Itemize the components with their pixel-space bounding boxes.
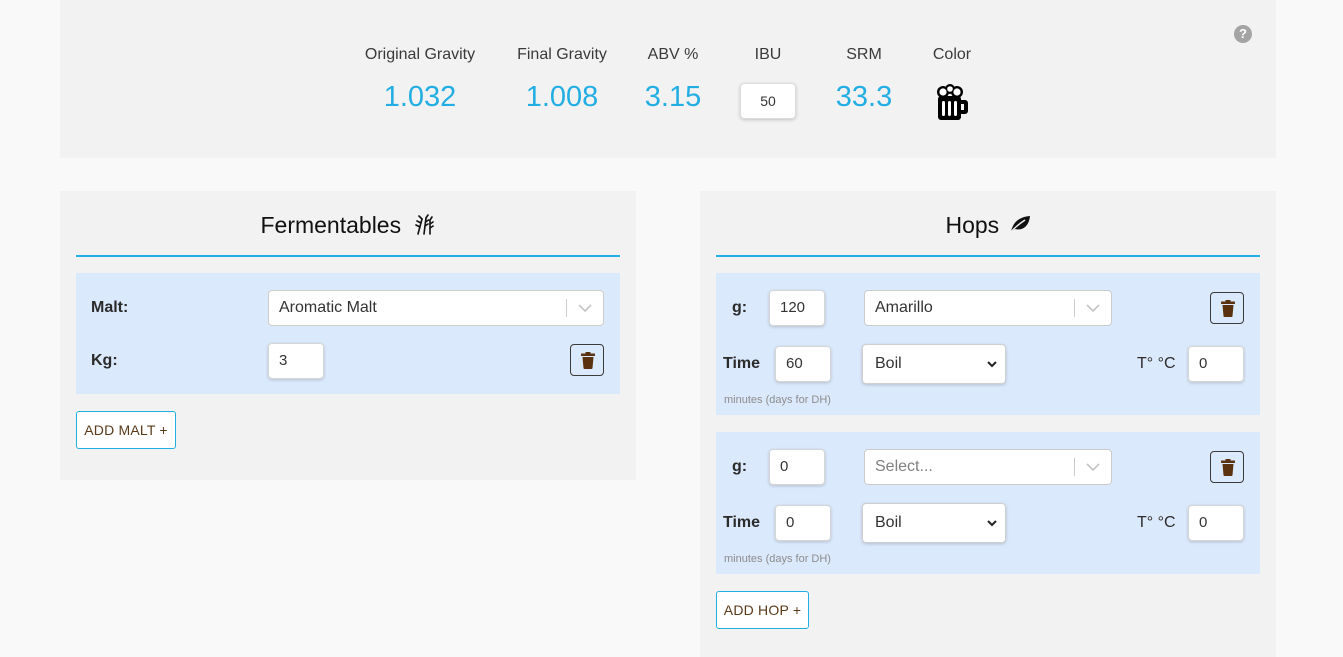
trash-icon [1221,459,1235,476]
malt-select-value: Aromatic Malt [279,299,377,316]
hop-time-hint: minutes (days for DH) [724,394,831,406]
chevron-down-icon [987,361,997,368]
ibu-input[interactable]: 50 [740,83,796,119]
hop-time-label: Time [723,514,761,531]
final-gravity-value: 1.008 [525,81,599,113]
hop-use-value: Boil [875,355,902,372]
abv-label: ABV % [647,46,699,63]
chevron-down-icon [578,304,592,313]
hop-g-input[interactable]: 120 [769,290,825,326]
hop-g-label: g: [732,458,748,475]
hop-g-label: g: [732,299,748,316]
hop-variety-separator [1074,299,1075,317]
hop-use-select[interactable]: Boil [862,344,1006,384]
fermentables-divider [76,255,620,257]
hops-panel [700,191,1276,657]
wheat-icon [414,214,434,235]
hop-temp-input[interactable]: 0 [1188,346,1244,382]
final-gravity-stat: Final Gravity 1.008 [505,44,619,114]
hop-variety-placeholder: Select... [875,458,933,475]
srm-label: SRM [846,46,882,63]
final-gravity-label: Final Gravity [517,46,607,63]
delete-malt-button[interactable] [570,344,604,376]
abv-stat: ABV % 3.15 [633,44,713,114]
delete-hop-button[interactable] [1210,451,1244,483]
hop-temp-label: T° °C [1137,514,1176,531]
hops-divider [716,255,1260,257]
original-gravity-label: Original Gravity [364,46,476,63]
hop-variety-select[interactable]: Amarillo [864,290,1112,326]
hop-time-hint: minutes (days for DH) [724,553,831,565]
kg-input[interactable]: 3 [268,343,324,379]
add-hop-button[interactable]: ADD HOP + [716,591,809,629]
hop-use-select[interactable]: Boil [862,503,1006,543]
hop-variety-separator [1074,458,1075,476]
malt-label: Malt: [91,299,129,316]
add-malt-button[interactable]: ADD MALT + [76,411,176,449]
hop-time-label: Time [723,355,761,372]
srm-stat: SRM 33.3 [824,44,904,114]
hop-g-input[interactable]: 0 [769,449,825,485]
question-circle-icon[interactable]: ? [1234,25,1252,43]
hop-use-value: Boil [875,514,902,531]
hop-time-input[interactable]: 0 [775,505,831,541]
ibu-stat: IBU [738,44,798,66]
trash-icon [1221,300,1235,317]
delete-hop-button[interactable] [1210,292,1244,324]
hop-temp-input[interactable]: 0 [1188,505,1244,541]
hop-variety-select[interactable]: Select... [864,449,1112,485]
color-label: Color [932,46,972,63]
malt-select-separator [566,299,567,317]
original-gravity-stat: Original Gravity 1.032 [355,44,485,114]
fermentables-title: Fermentables [260,212,402,238]
hop-time-input[interactable]: 60 [775,346,831,382]
chevron-down-icon [1086,304,1100,313]
original-gravity-value: 1.032 [383,81,457,113]
hop-variety-value: Amarillo [875,299,933,316]
leaf-icon [1009,216,1030,234]
abv-value: 3.15 [644,81,702,113]
trash-icon [581,352,595,369]
hops-title: Hops [945,212,1000,238]
hops-heading: Hops [716,210,1260,240]
ibu-label: IBU [754,46,782,63]
hop-temp-label: T° °C [1137,355,1176,372]
malt-select[interactable]: Aromatic Malt [268,290,604,326]
beer-mug-icon [937,84,968,120]
fermentables-heading: Fermentables [76,210,620,240]
kg-label: Kg: [91,352,118,369]
chevron-down-icon [1086,463,1100,472]
srm-value: 33.3 [835,81,893,113]
color-stat: Color [922,44,982,66]
chevron-down-icon [987,520,997,527]
